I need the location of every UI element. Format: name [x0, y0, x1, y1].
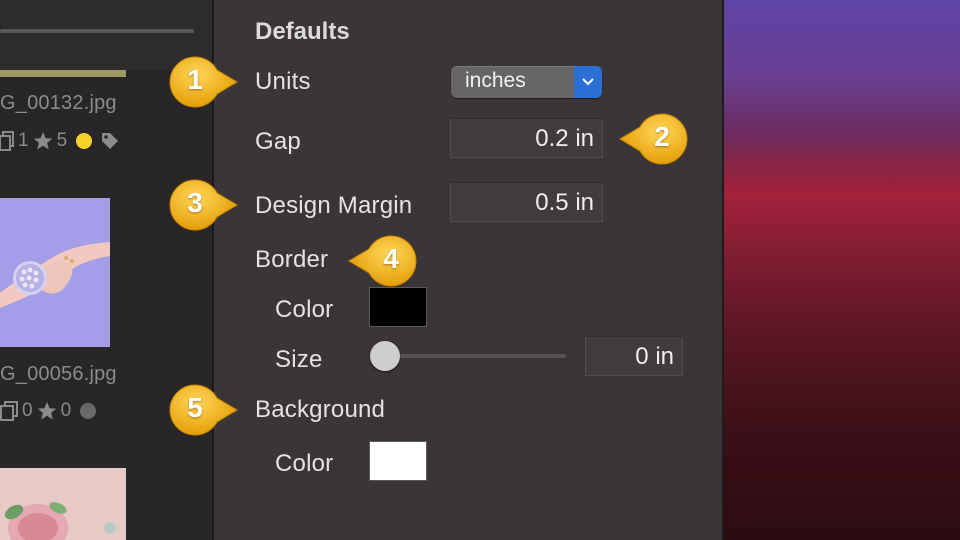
border-size-value: 0 in — [635, 343, 674, 370]
color-label-icon[interactable] — [78, 401, 100, 421]
border-color-label: Color — [275, 296, 334, 323]
background-color-label: Color — [275, 450, 334, 477]
slider-knob[interactable] — [370, 341, 400, 371]
callout-number: 2 — [654, 121, 670, 152]
star-icon — [33, 132, 52, 150]
callout-number: 4 — [383, 243, 399, 274]
copies-icon — [0, 131, 14, 151]
color-label-icon[interactable] — [74, 131, 96, 151]
background-label: Background — [255, 396, 386, 423]
selection-highlight — [0, 70, 126, 77]
callout-number: 3 — [187, 187, 203, 218]
browser-scrollbar[interactable] — [0, 29, 194, 33]
callout-number: 1 — [187, 64, 203, 95]
section-heading: Defaults — [255, 18, 350, 45]
border-color-swatch[interactable] — [369, 287, 427, 327]
file-name[interactable]: G_00132.jpg — [0, 92, 117, 115]
copies-count: 0 — [22, 400, 33, 421]
gap-label: Gap — [255, 128, 301, 155]
copies-count: 1 — [18, 130, 29, 151]
callout-number: 5 — [187, 392, 203, 423]
units-select[interactable]: inches — [451, 66, 602, 98]
file-meta: 1 5 — [0, 130, 120, 152]
callout-badge: 5 — [167, 380, 247, 440]
star-icon — [37, 402, 56, 420]
units-value: inches — [465, 69, 526, 92]
background-color-swatch[interactable] — [369, 441, 427, 481]
units-label: Units — [255, 68, 311, 95]
chevron-down-icon[interactable] — [574, 66, 602, 98]
border-size-label: Size — [275, 346, 323, 373]
callout-badge: 2 — [610, 109, 690, 169]
file-meta: 0 0 — [0, 400, 100, 422]
border-size-slider[interactable] — [375, 354, 566, 358]
rating-value: 5 — [56, 130, 68, 151]
callout-badge: 4 — [339, 231, 419, 291]
callout-badge: 3 — [167, 175, 247, 235]
gap-value: 0.2 in — [535, 125, 594, 152]
border-label: Border — [255, 246, 329, 273]
design-margin-value: 0.5 in — [535, 189, 594, 216]
file-name[interactable]: G_00056.jpg — [0, 363, 117, 386]
photo-thumbnail[interactable] — [0, 198, 110, 347]
photo-thumbnail[interactable] — [0, 468, 126, 540]
design-margin-label: Design Margin — [255, 192, 413, 219]
border-size-field[interactable]: 0 in — [585, 336, 683, 376]
callout-badge: 1 — [167, 52, 247, 112]
tag-icon[interactable] — [100, 131, 120, 151]
gap-field[interactable]: 0.2 in — [450, 118, 603, 158]
desktop-wallpaper — [724, 0, 960, 540]
rating-value: 0 — [60, 400, 72, 421]
design-margin-field[interactable]: 0.5 in — [450, 182, 603, 222]
copies-icon — [0, 401, 18, 421]
